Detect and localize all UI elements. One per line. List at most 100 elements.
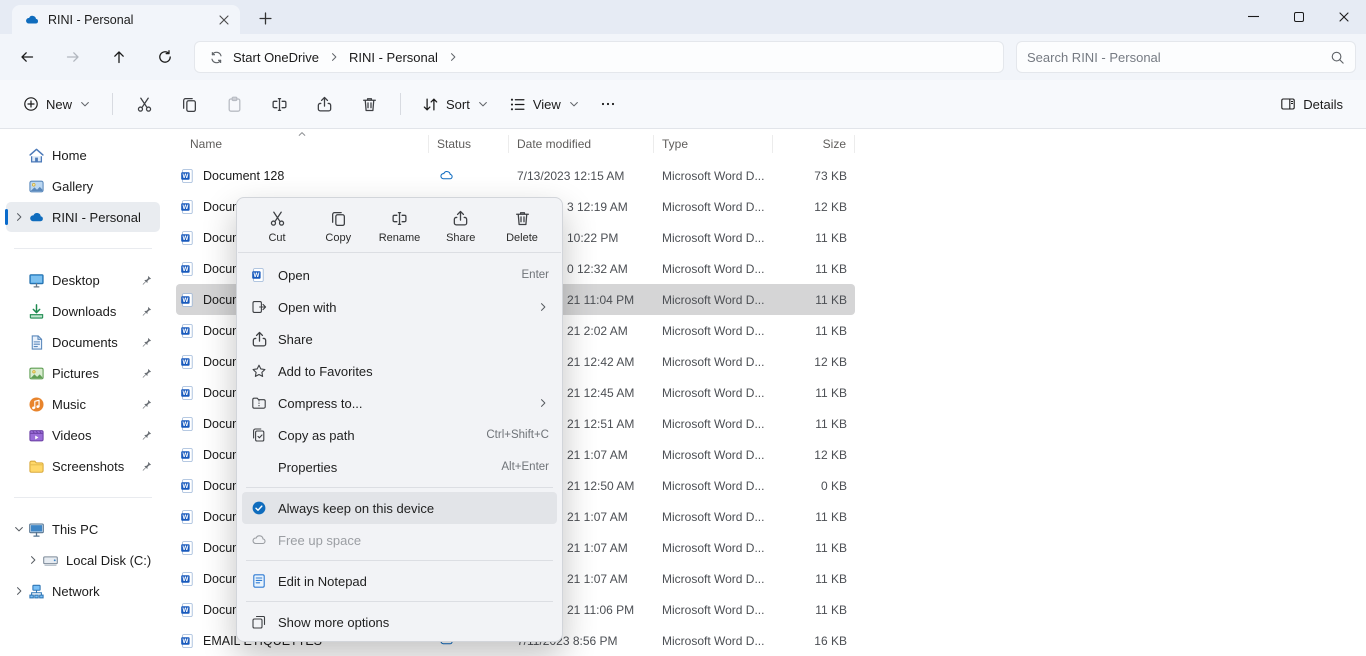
column-header-label: Status [437,137,471,151]
tab-close-icon[interactable] [214,10,234,30]
menu-item-add-to-favorites[interactable]: Add to Favorites [242,355,557,387]
svg-text:W: W [182,483,188,490]
sidebar-item-downloads[interactable]: Downloads [6,296,160,326]
menu-item-show-more-options[interactable]: Show more options [242,606,557,638]
address-bar[interactable]: Start OneDrive RINI - Personal [194,41,1004,73]
menu-item-open-with[interactable]: Open with [242,291,557,323]
menu-separator [238,252,561,253]
minimize-button[interactable] [1231,0,1276,33]
svg-text:W: W [182,638,188,645]
file-size: 11 KB [773,572,855,586]
search-input[interactable] [1027,50,1330,65]
menu-item-edit-in-notepad[interactable]: Edit in Notepad [242,565,557,597]
svg-text:W: W [182,297,188,304]
rename-button[interactable] [260,87,298,121]
refresh-button[interactable] [148,41,182,73]
sidebar-item-rini-personal[interactable]: RINI - Personal [6,202,160,232]
maximize-button[interactable] [1276,0,1321,33]
word-icon: W [180,323,196,339]
sidebar-item-desktop[interactable]: Desktop [6,265,160,295]
delete-button[interactable] [350,87,388,121]
sidebar-item-label: Pictures [47,366,141,381]
sort-button[interactable]: Sort [413,87,498,121]
explorer-tab[interactable]: RINI - Personal [12,5,240,34]
chevron-right-icon[interactable] [25,554,40,566]
word-icon: W [180,385,196,401]
menu-separator [246,601,553,602]
menu-item-open[interactable]: WOpenEnter [242,259,557,291]
chevron-right-icon[interactable] [11,585,26,597]
sidebar-item-gallery[interactable]: Gallery [6,171,160,201]
new-tab-button[interactable] [252,5,278,31]
column-header-name[interactable]: Name [176,135,429,153]
column-header-size[interactable]: Size [773,135,855,153]
quick-cut-button[interactable]: Cut [253,207,301,247]
svg-text:W: W [182,576,188,583]
menu-item-compress-to[interactable]: Compress to... [242,387,557,419]
search-icon [1330,50,1345,65]
menu-item-free-up-space[interactable]: Free up space [242,524,557,556]
show-more-icon [250,614,268,630]
menu-item-properties[interactable]: PropertiesAlt+Enter [242,451,557,483]
close-button[interactable] [1321,0,1366,33]
free-up-space-icon [250,532,268,548]
view-button[interactable]: View [500,87,589,121]
menu-item-always-keep-on-this-device[interactable]: Always keep on this device [242,492,557,524]
column-header-type[interactable]: Type [654,135,773,153]
sidebar-item-pictures[interactable]: Pictures [6,358,160,388]
sidebar-item-home[interactable]: Home [6,140,160,170]
back-button[interactable] [10,41,44,73]
date-modified: 7/13/2023 12:15 AM [509,169,654,183]
sidebar-item-documents[interactable]: Documents [6,327,160,357]
more-options-button[interactable] [591,87,625,121]
new-button[interactable]: New [14,87,100,121]
menu-shortcut: Enter [522,269,550,281]
tab-title: RINI - Personal [48,13,206,27]
chevron-down-icon[interactable] [11,523,26,535]
file-type: Microsoft Word D... [654,541,773,555]
sidebar-item-network[interactable]: Network [6,576,160,606]
sidebar-item-this-pc[interactable]: This PC [6,514,160,544]
quick-copy-button[interactable]: Copy [314,207,362,247]
delete-icon [514,210,531,227]
column-header-label: Size [823,137,846,151]
sync-icon [209,50,224,65]
quick-delete-button[interactable]: Delete [498,207,546,247]
quick-share-button[interactable]: Share [437,207,485,247]
file-size: 11 KB [773,541,855,555]
search-box [1016,41,1356,73]
paste-button[interactable] [215,87,253,121]
up-button[interactable] [102,41,136,73]
cut-button[interactable] [125,87,163,121]
word-icon: W [180,230,196,246]
svg-text:W: W [182,421,188,428]
file-row-document-128[interactable]: WDocument 1287/13/2023 12:15 AMMicrosoft… [176,160,855,191]
column-header-status[interactable]: Status [429,135,509,153]
sidebar-item-music[interactable]: Music [6,389,160,419]
pc-icon [26,521,47,538]
forward-button[interactable] [56,41,90,73]
pin-icon [141,274,153,286]
share-button[interactable] [305,87,343,121]
rename-icon [391,210,408,227]
column-header-label: Date modified [517,137,591,151]
sidebar-item-label: RINI - Personal [47,210,156,225]
chevron-right-icon[interactable] [11,211,26,223]
breadcrumb-item-start-onedrive[interactable]: Start OneDrive [201,46,327,69]
menu-item-share[interactable]: Share [242,323,557,355]
sidebar-item-videos[interactable]: Videos [6,420,160,450]
word-icon: W [180,447,196,463]
sidebar-item-screenshots[interactable]: Screenshots [6,451,160,481]
menu-separator [246,560,553,561]
breadcrumb-item-rini-personal[interactable]: RINI - Personal [341,46,446,69]
sidebar-item-local-disk-c[interactable]: Local Disk (C:) [20,545,160,575]
copy-button[interactable] [170,87,208,121]
quick-rename-button[interactable]: Rename [376,207,424,247]
file-type: Microsoft Word D... [654,572,773,586]
details-button-label: Details [1303,97,1343,112]
quick-action-label: Delete [506,232,538,244]
menu-item-copy-as-path[interactable]: Copy as pathCtrl+Shift+C [242,419,557,451]
column-header-date-modified[interactable]: Date modified [509,135,654,153]
word-icon: W [180,416,196,432]
details-pane-button[interactable]: Details [1271,87,1352,121]
